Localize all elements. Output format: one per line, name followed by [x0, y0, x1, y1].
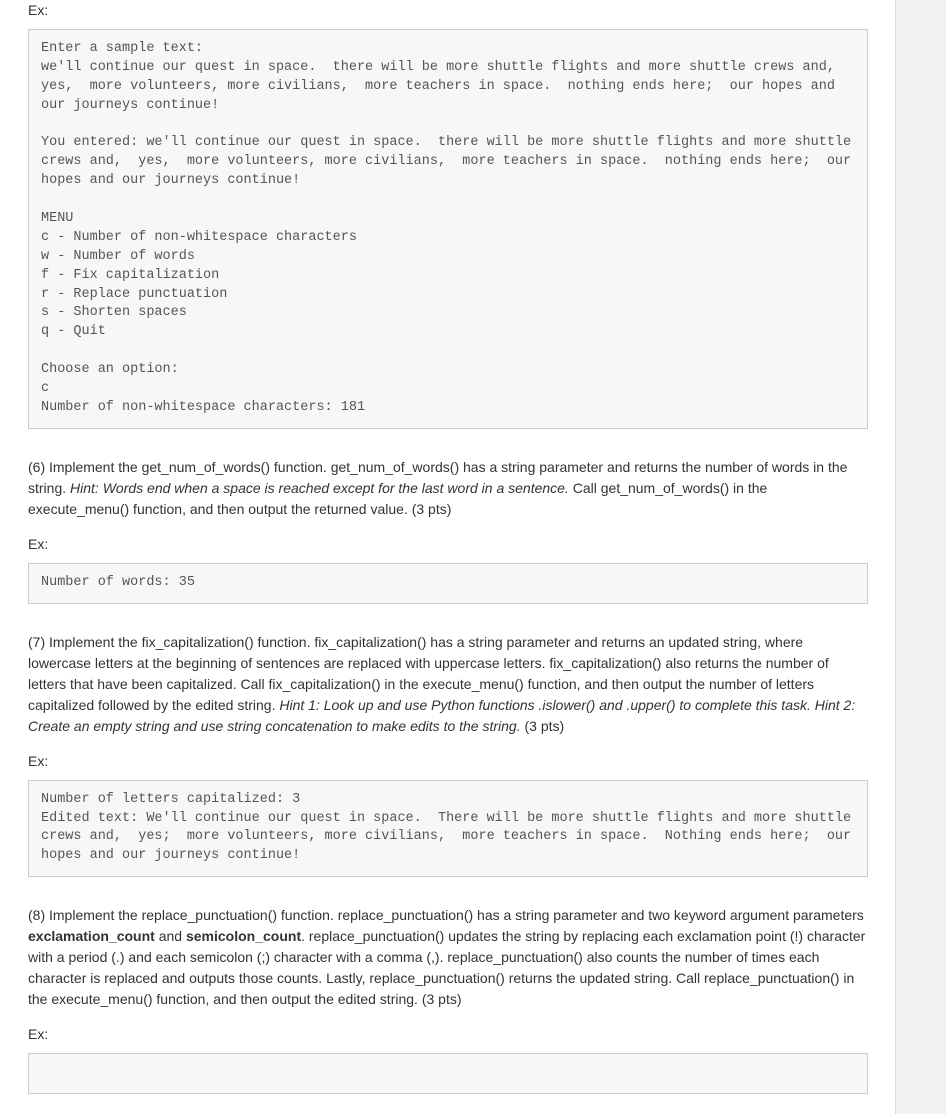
example-label-6: Ex:	[28, 534, 868, 555]
step-6-hint: Hint: Words end when a space is reached …	[70, 480, 569, 496]
step-6-paragraph: (6) Implement the get_num_of_words() fun…	[28, 457, 868, 520]
step-8-text-and: and	[155, 928, 186, 944]
step-8-keyword-1: exclamation_count	[28, 928, 155, 944]
step-7-text-trail: (3 pts)	[521, 718, 565, 734]
code-block-8	[28, 1053, 868, 1094]
step-6-section: (6) Implement the get_num_of_words() fun…	[28, 457, 868, 604]
example-label-7: Ex:	[28, 751, 868, 772]
step-8-paragraph: (8) Implement the replace_punctuation() …	[28, 905, 868, 1010]
step-8-text-lead1: (8) Implement the replace_punctuation() …	[28, 907, 864, 923]
step-7-paragraph: (7) Implement the fix_capitalization() f…	[28, 632, 868, 737]
code-block-5: Enter a sample text: we'll continue our …	[28, 29, 868, 429]
right-sidebar-rail	[895, 0, 946, 1114]
code-block-6: Number of words: 35	[28, 563, 868, 604]
step-8-section: (8) Implement the replace_punctuation() …	[28, 905, 868, 1094]
step-8-keyword-2: semicolon_count	[186, 928, 301, 944]
example-label-8: Ex:	[28, 1024, 868, 1045]
code-block-7: Number of letters capitalized: 3 Edited …	[28, 780, 868, 878]
example-label-5: Ex:	[28, 0, 868, 21]
step-7-section: (7) Implement the fix_capitalization() f…	[28, 632, 868, 878]
document-body: Ex: Enter a sample text: we'll continue …	[0, 0, 896, 1114]
